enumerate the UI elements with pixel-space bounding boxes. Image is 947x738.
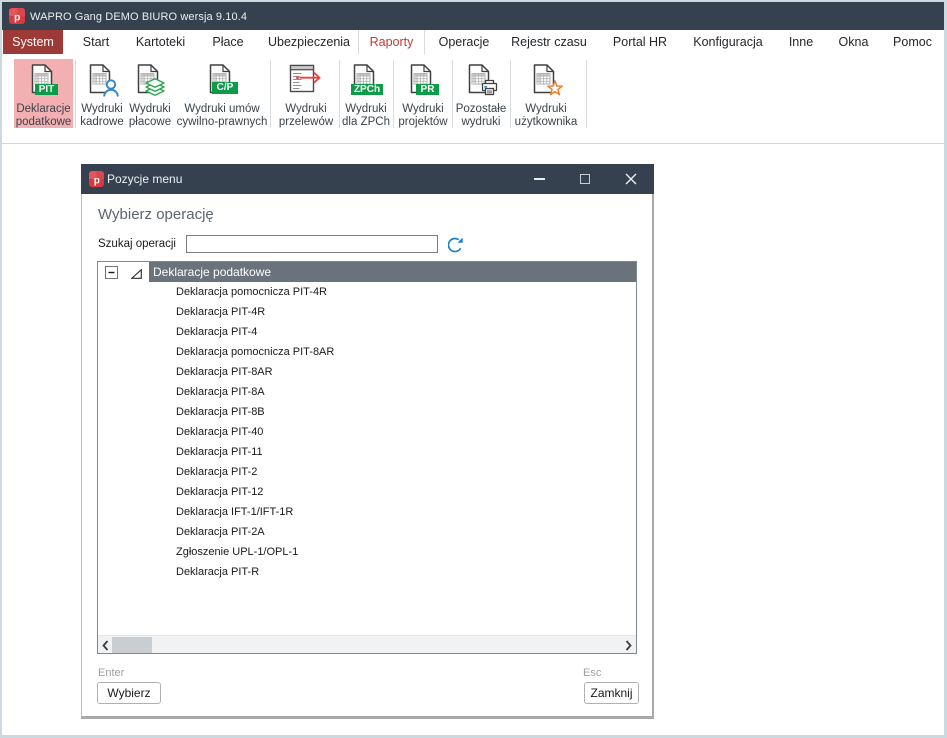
svg-text:p: p (94, 176, 100, 187)
svg-text:p: p (14, 12, 20, 24)
